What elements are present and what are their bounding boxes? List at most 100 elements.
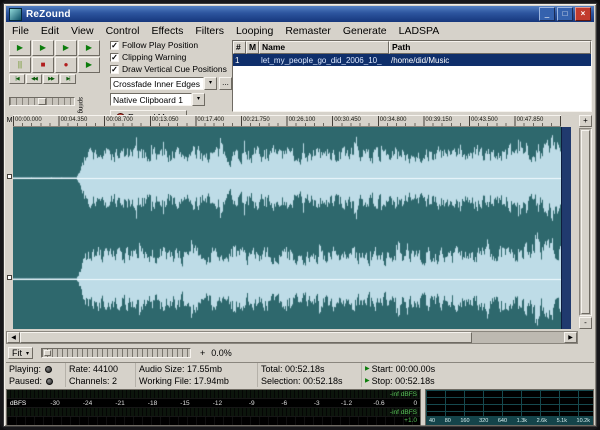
- menu-item-effects[interactable]: Effects: [145, 24, 189, 38]
- meter-scale-tick: -3: [287, 400, 319, 407]
- vertical-scrollbar-thumb[interactable]: [581, 130, 590, 314]
- record-button[interactable]: ●: [55, 57, 77, 73]
- filelist-rows: 1let_my_people_go_did_2006_10_/home/did/…: [233, 54, 591, 66]
- horizontal-scrollbar-track[interactable]: [472, 332, 564, 343]
- checkbox-draw-vertical-cue-positions[interactable]: ✓Draw Vertical Cue Positions: [110, 64, 232, 74]
- filelist-header-name[interactable]: Name: [259, 41, 389, 54]
- frequency-label: 160: [460, 418, 469, 424]
- filelist-header-path[interactable]: Path: [389, 41, 591, 54]
- channel-position-marker[interactable]: [7, 275, 12, 280]
- shuttle-spring-label: spring: [77, 97, 83, 113]
- zoom-slider-thumb[interactable]: [44, 350, 51, 356]
- ruler-time-label: 00:17.400: [197, 117, 224, 123]
- menu-item-remaster[interactable]: Remaster: [279, 24, 337, 38]
- chevron-down-icon[interactable]: ▾: [192, 93, 205, 106]
- ruler-time-label: 00:30.450: [334, 117, 361, 123]
- menu-item-generate[interactable]: Generate: [337, 24, 393, 38]
- working-file-size: Working File: 17.94mb: [136, 375, 258, 387]
- vertical-zoom-in-button[interactable]: +: [579, 115, 592, 127]
- frequency-label: 40: [429, 418, 435, 424]
- start-time: ▶Start: 00:00.00s: [362, 363, 594, 375]
- seek-forward-icon: ▶▶: [48, 77, 54, 82]
- menu-item-ladspa[interactable]: LADSPA: [393, 24, 446, 38]
- menu-item-looping[interactable]: Looping: [230, 24, 279, 38]
- status-led-icon: [46, 378, 53, 385]
- play-all-button[interactable]: ▶: [9, 40, 31, 56]
- frequency-label: 5.1k: [557, 418, 567, 424]
- close-button[interactable]: ×: [575, 7, 591, 21]
- paused-indicator-text: Paused:: [9, 376, 42, 386]
- meter-scale-tick: -9: [222, 400, 254, 407]
- vertical-zoom-out-button[interactable]: -: [579, 317, 592, 329]
- channel-position-marker[interactable]: [7, 174, 12, 179]
- time-ruler[interactable]: 00:00.00000:04.35000:08.70000:13.05000:1…: [13, 115, 561, 127]
- checkbox-label: Follow Play Position: [122, 40, 198, 50]
- left-channel-level: -inf dBFS: [390, 391, 417, 398]
- horizontal-scrollbar-thumb[interactable]: [20, 332, 472, 343]
- play-selection-button[interactable]: ▶: [32, 40, 54, 56]
- menu-item-view[interactable]: View: [65, 24, 100, 38]
- menu-item-edit[interactable]: Edit: [35, 24, 65, 38]
- record-icon: ●: [64, 61, 69, 69]
- chevron-down-icon[interactable]: ▾: [204, 77, 217, 90]
- channels-text: Channels: 2: [69, 376, 117, 386]
- pause-icon: ||: [18, 61, 22, 69]
- maximize-button[interactable]: □: [557, 7, 573, 21]
- meter-scale-tick: -21: [92, 400, 124, 407]
- crossfade-select-value[interactable]: Crossfade Inner Edges: [110, 77, 204, 90]
- seek-forward-button[interactable]: ▶▶: [43, 74, 59, 84]
- play-from-cursor-button[interactable]: ▶: [55, 40, 77, 56]
- play-loop-button[interactable]: ▶: [78, 40, 100, 56]
- meter-scale-tick: -30: [27, 400, 59, 407]
- sample-rate: Rate: 44100: [66, 363, 136, 375]
- menu-item-filters[interactable]: Filters: [189, 24, 230, 38]
- scroll-left-icon[interactable]: ◀: [7, 332, 20, 343]
- scroll-right-icon[interactable]: ▶: [564, 332, 577, 343]
- waveform-canvas[interactable]: [13, 127, 561, 329]
- file-number: 1: [233, 56, 246, 65]
- checkbox-clipping-warning[interactable]: ✓Clipping Warning: [110, 52, 232, 62]
- channels: Channels: 2: [66, 375, 136, 387]
- file-path: /home/did/Music: [389, 56, 591, 65]
- desktop-background: ReZound _ □ × FileEditViewControlEffects…: [0, 0, 600, 430]
- status-led-icon: [45, 366, 52, 373]
- ruler-time-label: 00:43.500: [471, 117, 498, 123]
- sample-rate-text: Rate: 44100: [69, 364, 118, 374]
- play-range-button[interactable]: ▶: [78, 57, 100, 73]
- checkbox-follow-play-position[interactable]: ✓Follow Play Position: [110, 40, 232, 50]
- meter-scale-tick: -0.6: [352, 400, 384, 407]
- crossfade-more-button[interactable]: ...: [219, 77, 232, 90]
- shuttle-slider[interactable]: [9, 97, 75, 106]
- checkbox-icon: ✓: [110, 41, 119, 50]
- filelist-header-m[interactable]: M: [246, 41, 259, 54]
- horizontal-scrollbar[interactable]: ◀ ▶: [6, 331, 578, 344]
- filelist-header: #MNamePath: [233, 41, 591, 54]
- filelist-row[interactable]: 1let_my_people_go_did_2006_10_/home/did/…: [233, 54, 591, 66]
- play-all-icon: ▶: [17, 44, 23, 52]
- menu-item-file[interactable]: File: [6, 24, 35, 38]
- zoom-fit-button[interactable]: Fit ▾: [8, 347, 33, 359]
- frequency-label: 80: [445, 418, 451, 424]
- jump-to-end-button[interactable]: ▶|: [60, 74, 76, 84]
- app-icon: [9, 8, 22, 21]
- titlebar[interactable]: ReZound _ □ ×: [6, 6, 594, 22]
- loaded-files-list[interactable]: #MNamePath 1let_my_people_go_did_2006_10…: [232, 40, 592, 112]
- shuttle-control: spring: [9, 97, 83, 113]
- seek-backward-button[interactable]: ◀◀: [26, 74, 42, 84]
- jump-to-start-button[interactable]: |◀: [9, 74, 25, 84]
- clipboard-combo[interactable]: Native Clipboard 1 ▾: [110, 93, 232, 106]
- crossfade-combo[interactable]: Crossfade Inner Edges ▾ ...: [110, 77, 232, 90]
- cue-column: [6, 127, 13, 329]
- stop-button[interactable]: ■: [32, 57, 54, 73]
- vertical-scrollbar[interactable]: [579, 128, 592, 316]
- zoom-slider[interactable]: [41, 348, 191, 358]
- menu-item-control[interactable]: Control: [100, 24, 146, 38]
- minimize-button[interactable]: _: [539, 7, 555, 21]
- pause-button[interactable]: ||: [9, 57, 31, 73]
- checkbox-label: Draw Vertical Cue Positions: [122, 64, 227, 74]
- clipboard-select-value[interactable]: Native Clipboard 1: [110, 93, 192, 106]
- filelist-header-#[interactable]: #: [233, 41, 246, 54]
- right-channel-meter: -inf dBFS: [7, 408, 420, 417]
- ruler-time-label: 00:13.050: [152, 117, 179, 123]
- shuttle-thumb[interactable]: [38, 98, 46, 105]
